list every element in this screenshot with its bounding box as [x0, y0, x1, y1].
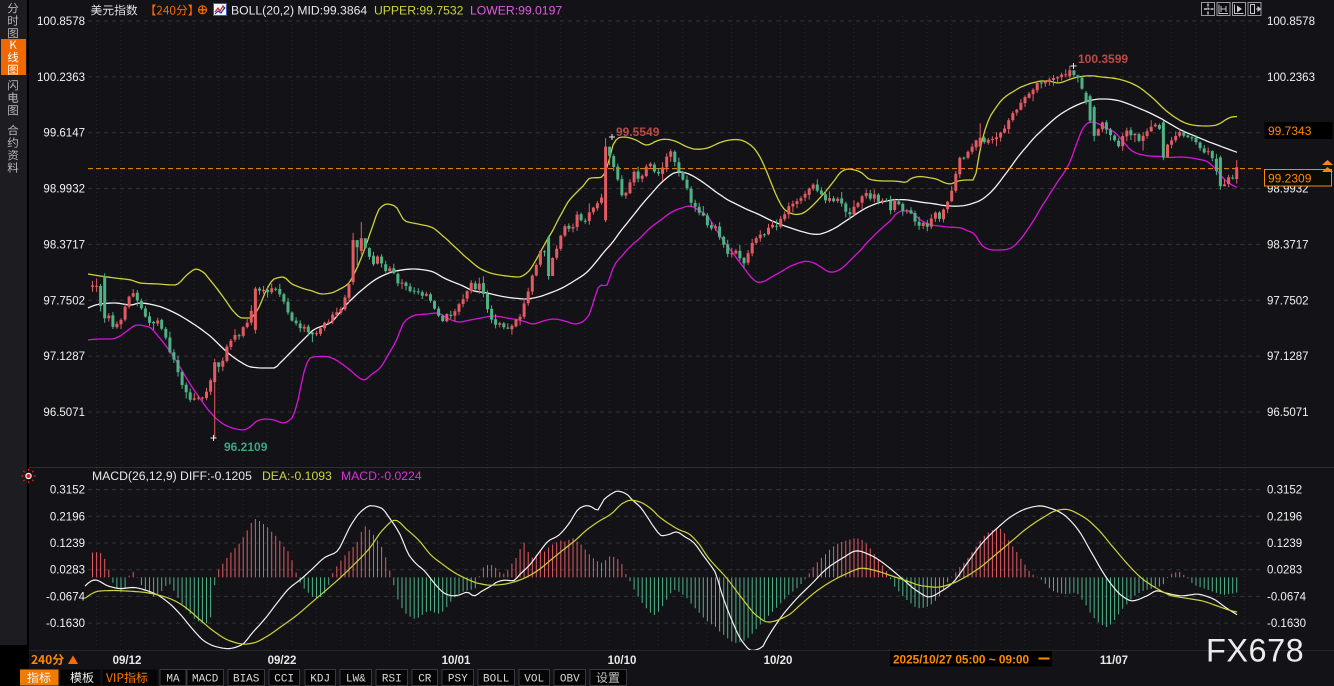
- svg-text:BIAS: BIAS: [233, 674, 260, 686]
- svg-text:0.0283: 0.0283: [50, 565, 85, 577]
- svg-text:-0.0674: -0.0674: [1267, 591, 1307, 603]
- svg-text:LW&: LW&: [346, 674, 366, 686]
- svg-text:BOLL: BOLL: [483, 674, 509, 686]
- svg-text:0.2196: 0.2196: [1267, 511, 1302, 523]
- svg-text:0.1239: 0.1239: [50, 538, 85, 550]
- svg-text:2025/10/27 05:00 ~ 09:00: 2025/10/27 05:00 ~ 09:00: [893, 653, 1030, 667]
- svg-text:UPPER:99.7532: UPPER:99.7532: [374, 4, 464, 18]
- svg-text:09/22: 09/22: [268, 655, 297, 667]
- svg-text:98.9932: 98.9932: [43, 184, 85, 196]
- svg-text:LOWER:99.0197: LOWER:99.0197: [470, 4, 562, 18]
- svg-text:RSI: RSI: [382, 674, 402, 686]
- svg-text:09/12: 09/12: [113, 655, 142, 667]
- svg-text:99.6147: 99.6147: [43, 128, 85, 140]
- svg-text:BOLL(20,2) MID:99.3864: BOLL(20,2) MID:99.3864: [231, 4, 367, 18]
- svg-text:98.3717: 98.3717: [43, 239, 85, 251]
- svg-text:MACD: MACD: [192, 674, 219, 686]
- svg-text:97.1287: 97.1287: [43, 351, 85, 363]
- svg-text:99.2309: 99.2309: [1268, 172, 1312, 186]
- svg-text:CR: CR: [418, 674, 432, 686]
- svg-text:96.5071: 96.5071: [43, 407, 85, 419]
- svg-text:-0.0674: -0.0674: [46, 591, 86, 603]
- svg-text:11/07: 11/07: [1100, 655, 1128, 667]
- svg-text:0.1239: 0.1239: [1267, 538, 1302, 550]
- svg-text:-0.1630: -0.1630: [46, 618, 85, 630]
- svg-text:100.2363: 100.2363: [37, 72, 85, 84]
- svg-text:-0.1630: -0.1630: [1267, 618, 1306, 630]
- svg-text:96.5071: 96.5071: [1267, 407, 1309, 419]
- svg-text:97.7502: 97.7502: [1267, 295, 1309, 307]
- svg-text:99.5549: 99.5549: [616, 125, 660, 139]
- svg-text:96.2109: 96.2109: [224, 440, 268, 454]
- svg-text:98.3717: 98.3717: [1267, 239, 1309, 251]
- svg-text:100.2363: 100.2363: [1267, 72, 1315, 84]
- svg-text:10/10: 10/10: [608, 655, 637, 667]
- svg-text:MACD:-0.0224: MACD:-0.0224: [341, 469, 422, 483]
- svg-text:DEA:-0.1093: DEA:-0.1093: [262, 469, 332, 483]
- svg-text:0.0283: 0.0283: [1267, 565, 1302, 577]
- svg-text:MACD(26,12,9) DIFF:-0.1205: MACD(26,12,9) DIFF:-0.1205: [92, 469, 252, 483]
- svg-text:99.7343: 99.7343: [1268, 124, 1312, 138]
- svg-text:0.3152: 0.3152: [50, 485, 85, 497]
- svg-text:100.3599: 100.3599: [1078, 52, 1128, 66]
- svg-text:VOL: VOL: [524, 674, 544, 686]
- svg-text:100.8578: 100.8578: [37, 16, 85, 28]
- svg-text:0.2196: 0.2196: [50, 511, 85, 523]
- svg-text:97.1287: 97.1287: [1267, 351, 1309, 363]
- svg-text:FX678: FX678: [1206, 633, 1304, 669]
- svg-text:MA: MA: [166, 674, 180, 686]
- svg-text:10/20: 10/20: [764, 655, 793, 667]
- svg-text:CCI: CCI: [274, 674, 294, 686]
- svg-text:10/01: 10/01: [442, 655, 471, 667]
- svg-text:PSY: PSY: [448, 674, 468, 686]
- svg-text:97.7502: 97.7502: [43, 295, 85, 307]
- svg-text:OBV: OBV: [560, 674, 580, 686]
- svg-text:0.3152: 0.3152: [1267, 485, 1302, 497]
- svg-text:KDJ: KDJ: [310, 674, 330, 686]
- svg-text:100.8578: 100.8578: [1267, 16, 1315, 28]
